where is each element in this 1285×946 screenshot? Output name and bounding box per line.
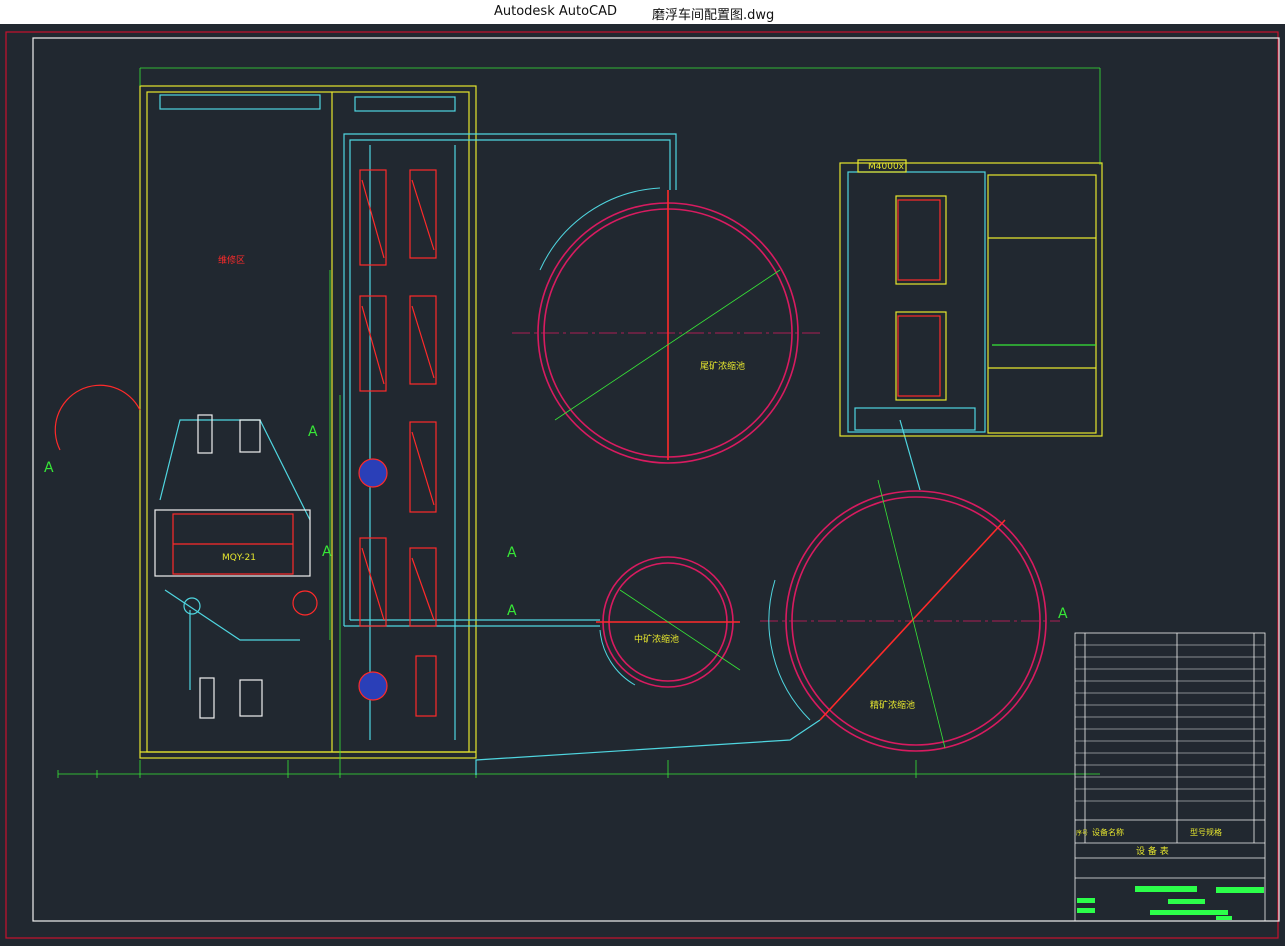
tailings-thickener — [512, 187, 820, 464]
section-markers: A A A A A A — [44, 424, 1068, 622]
title-block — [1077, 886, 1264, 920]
middlings-thickener-label: 中矿浓缩池 — [634, 633, 679, 645]
app-name: Autodesk AutoCAD — [494, 4, 618, 19]
concentrate-thickener-label: 精矿浓缩池 — [870, 699, 915, 711]
outer-red-frame — [5, 31, 1279, 939]
svg-text:A: A — [44, 460, 54, 476]
svg-text:A: A — [308, 424, 318, 440]
svg-text:A: A — [322, 544, 332, 560]
pipe-network — [159, 94, 976, 775]
table-header-name: 设备名称 — [1092, 827, 1124, 837]
table-header-index: 序号 — [1076, 829, 1088, 837]
table-header-spec: 型号规格 — [1190, 827, 1222, 837]
svg-text:A: A — [507, 603, 517, 619]
pumps — [183, 458, 388, 701]
ball-mill-label: MQY-21 — [222, 553, 256, 563]
window-titlebar: Autodesk AutoCAD 磨浮车间配置图.dwg — [0, 0, 1285, 24]
dimension-lines — [57, 67, 1101, 778]
svg-text:A: A — [507, 545, 517, 561]
repair-area-label: 维修区 — [218, 254, 245, 266]
inner-white-frame — [32, 37, 1280, 922]
svg-text:A: A — [1058, 606, 1068, 622]
drawing-canvas[interactable]: M4000x MQY-21 尾矿浓缩池 中矿浓缩池 精矿浓缩池 维修区 A A … — [0, 24, 1285, 942]
equipment-table-rows — [1075, 644, 1265, 802]
ball-mill — [54, 384, 311, 719]
file-name: 磨浮车间配置图.dwg — [652, 8, 775, 23]
cad-drawing[interactable]: M4000x MQY-21 尾矿浓缩池 中矿浓缩池 精矿浓缩池 维修区 A A … — [0, 24, 1285, 942]
control-room — [839, 159, 1103, 437]
room-dim-label: M4000x — [868, 162, 905, 172]
table-footer: 设 备 表 — [1136, 845, 1169, 857]
tailings-thickener-label: 尾矿浓缩池 — [700, 360, 745, 372]
middlings-thickener — [596, 556, 741, 688]
